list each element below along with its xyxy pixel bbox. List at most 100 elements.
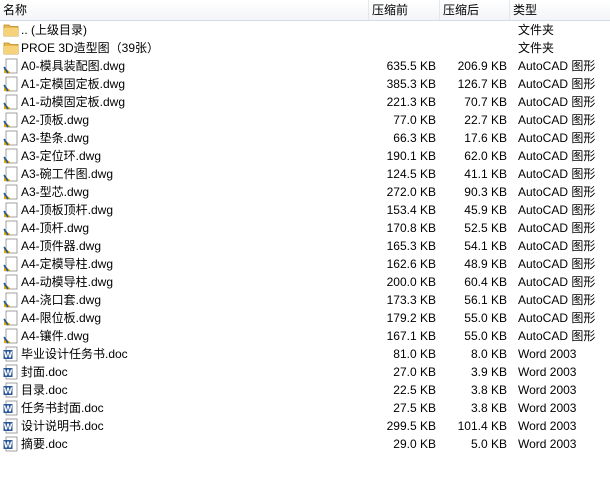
svg-text:W: W	[4, 351, 13, 360]
file-row[interactable]: A4-定模导柱.dwg 162.6 KB 48.9 KB AutoCAD 图形	[0, 255, 610, 273]
file-size-after: 52.5 KB	[464, 221, 507, 235]
column-header: 名称 压缩前 压缩后 类型	[0, 0, 610, 21]
file-row[interactable]: W 任务书封面.doc 27.5 KB 3.8 KB Word 2003	[0, 399, 610, 417]
file-size-after: 206.9 KB	[457, 59, 507, 73]
file-row[interactable]: A1-动模固定板.dwg 221.3 KB 70.7 KB AutoCAD 图形	[0, 93, 610, 111]
svg-text:W: W	[4, 387, 13, 396]
file-row[interactable]: W 摘要.doc 29.0 KB 5.0 KB Word 2003	[0, 435, 610, 453]
file-row[interactable]: A1-定模固定板.dwg 385.3 KB 126.7 KB AutoCAD 图形	[0, 75, 610, 93]
file-size-after: 5.0 KB	[470, 437, 507, 451]
column-header-compressed[interactable]: 压缩前	[369, 0, 440, 20]
file-row[interactable]: A4-限位板.dwg 179.2 KB 55.0 KB AutoCAD 图形	[0, 309, 610, 327]
file-name: 摘要.doc	[21, 437, 68, 451]
file-size-after: 55.0 KB	[464, 329, 507, 343]
file-size-before: 299.5 KB	[386, 419, 436, 433]
dwg-file-icon	[3, 328, 19, 344]
svg-text:W: W	[4, 369, 13, 378]
dwg-file-icon	[3, 202, 19, 218]
dwg-file-icon	[3, 310, 19, 326]
file-row[interactable]: A4-顶杆.dwg 170.8 KB 52.5 KB AutoCAD 图形	[0, 219, 610, 237]
file-size-before: 635.5 KB	[386, 59, 436, 73]
file-type: AutoCAD 图形	[518, 149, 596, 163]
file-row[interactable]: A4-镶件.dwg 167.1 KB 55.0 KB AutoCAD 图形	[0, 327, 610, 345]
file-size-after: 3.9 KB	[470, 365, 507, 379]
file-type: Word 2003	[518, 347, 577, 361]
file-type: Word 2003	[518, 401, 577, 415]
file-size-after: 8.0 KB	[470, 347, 507, 361]
file-size-before: 81.0 KB	[393, 347, 436, 361]
file-type: AutoCAD 图形	[518, 131, 596, 145]
file-name: A3-型芯.dwg	[21, 185, 90, 199]
file-name: 任务书封面.doc	[21, 401, 104, 415]
file-type: Word 2003	[518, 437, 577, 451]
file-name: A4-动模导柱.dwg	[21, 275, 114, 289]
file-size-before: 162.6 KB	[386, 257, 436, 271]
file-row[interactable]: A3-定位环.dwg 190.1 KB 62.0 KB AutoCAD 图形	[0, 147, 610, 165]
file-row[interactable]: A3-垫条.dwg 66.3 KB 17.6 KB AutoCAD 图形	[0, 129, 610, 147]
file-name: 毕业设计任务书.doc	[21, 347, 128, 361]
dwg-file-icon	[3, 292, 19, 308]
file-name: 设计说明书.doc	[21, 419, 104, 433]
file-row[interactable]: A4-动模导柱.dwg 200.0 KB 60.4 KB AutoCAD 图形	[0, 273, 610, 291]
file-size-before: 27.5 KB	[393, 401, 436, 415]
folder-icon	[3, 40, 19, 56]
file-type: Word 2003	[518, 383, 577, 397]
folder-icon	[3, 22, 19, 38]
file-type: Word 2003	[518, 419, 577, 433]
file-type: AutoCAD 图形	[518, 167, 596, 181]
file-row[interactable]: A2-顶板.dwg 77.0 KB 22.7 KB AutoCAD 图形	[0, 111, 610, 129]
file-size-after: 45.9 KB	[464, 203, 507, 217]
file-size-before: 22.5 KB	[393, 383, 436, 397]
file-size-before: 170.8 KB	[386, 221, 436, 235]
file-size-before: 29.0 KB	[393, 437, 436, 451]
file-row[interactable]: A4-顶件器.dwg 165.3 KB 54.1 KB AutoCAD 图形	[0, 237, 610, 255]
file-size-before: 124.5 KB	[386, 167, 436, 181]
file-row[interactable]: W 毕业设计任务书.doc 81.0 KB 8.0 KB Word 2003	[0, 345, 610, 363]
dwg-file-icon	[3, 274, 19, 290]
word-doc-icon: W	[3, 418, 19, 434]
file-row[interactable]: .. (上级目录) 文件夹	[0, 21, 610, 39]
file-size-after: 3.8 KB	[470, 401, 507, 415]
file-row[interactable]: W 目录.doc 22.5 KB 3.8 KB Word 2003	[0, 381, 610, 399]
file-size-before: 272.0 KB	[386, 185, 436, 199]
dwg-file-icon	[3, 94, 19, 110]
file-row[interactable]: A3-型芯.dwg 272.0 KB 90.3 KB AutoCAD 图形	[0, 183, 610, 201]
file-size-before: 173.3 KB	[386, 293, 436, 307]
file-size-before: 167.1 KB	[386, 329, 436, 343]
dwg-file-icon	[3, 58, 19, 74]
file-size-after: 55.0 KB	[464, 311, 507, 325]
file-list: .. (上级目录) 文件夹 PROE 3D造型图（39张） 文件夹 A0-模具装配图.d…	[0, 21, 610, 453]
file-size-before: 221.3 KB	[386, 95, 436, 109]
dwg-file-icon	[3, 256, 19, 272]
file-row[interactable]: A4-顶板顶杆.dwg 153.4 KB 45.9 KB AutoCAD 图形	[0, 201, 610, 219]
file-size-after: 17.6 KB	[464, 131, 507, 145]
word-doc-icon: W	[3, 364, 19, 380]
svg-text:W: W	[4, 423, 13, 432]
file-type: AutoCAD 图形	[518, 239, 596, 253]
file-size-before: 200.0 KB	[386, 275, 436, 289]
file-name: A4-限位板.dwg	[21, 311, 102, 325]
file-row[interactable]: A3-碗工件图.dwg 124.5 KB 41.1 KB AutoCAD 图形	[0, 165, 610, 183]
file-row[interactable]: W 封面.doc 27.0 KB 3.9 KB Word 2003	[0, 363, 610, 381]
word-doc-icon: W	[3, 436, 19, 452]
file-size-after: 70.7 KB	[464, 95, 507, 109]
file-name: 封面.doc	[21, 365, 68, 379]
column-header-original[interactable]: 压缩后	[440, 0, 510, 20]
dwg-file-icon	[3, 112, 19, 128]
file-type: AutoCAD 图形	[518, 95, 596, 109]
file-type: AutoCAD 图形	[518, 275, 596, 289]
file-row[interactable]: PROE 3D造型图（39张） 文件夹	[0, 39, 610, 57]
file-name: A3-碗工件图.dwg	[21, 167, 114, 181]
file-row[interactable]: A0-模具装配图.dwg 635.5 KB 206.9 KB AutoCAD 图形	[0, 57, 610, 75]
file-row[interactable]: W 设计说明书.doc 299.5 KB 101.4 KB Word 2003	[0, 417, 610, 435]
column-header-type[interactable]: 类型	[510, 0, 610, 20]
dwg-file-icon	[3, 220, 19, 236]
file-size-after: 48.9 KB	[464, 257, 507, 271]
file-type: Word 2003	[518, 365, 577, 379]
file-name: A4-顶板顶杆.dwg	[21, 203, 114, 217]
file-size-after: 54.1 KB	[464, 239, 507, 253]
file-row[interactable]: A4-浇口套.dwg 173.3 KB 56.1 KB AutoCAD 图形	[0, 291, 610, 309]
column-header-name[interactable]: 名称	[0, 0, 369, 20]
file-type: AutoCAD 图形	[518, 113, 596, 127]
file-size-before: 77.0 KB	[393, 113, 436, 127]
